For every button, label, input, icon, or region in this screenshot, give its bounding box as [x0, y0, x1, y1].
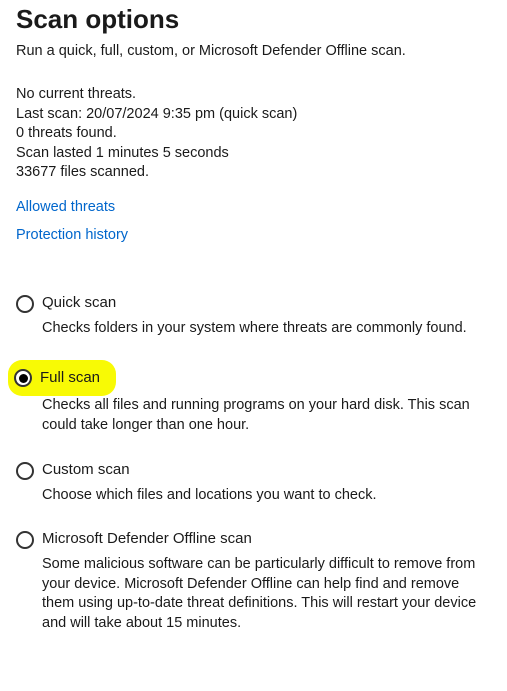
option-desc: Checks all files and running programs on… — [42, 396, 491, 435]
option-desc: Checks folders in your system where thre… — [42, 319, 491, 339]
option-desc: Some malicious software can be particula… — [42, 555, 491, 633]
highlight-annotation: Full scan — [10, 362, 114, 394]
option-label[interactable]: Quick scan — [42, 293, 116, 313]
radio-icon[interactable] — [14, 369, 32, 387]
option-label[interactable]: Full scan — [40, 368, 100, 388]
status-files-scanned: 33677 files scanned. — [16, 163, 491, 183]
status-duration: Scan lasted 1 minutes 5 seconds — [16, 144, 491, 164]
page-title: Scan options — [16, 4, 491, 35]
option-label[interactable]: Custom scan — [42, 460, 130, 480]
radio-icon[interactable] — [16, 531, 34, 549]
status-block: No current threats. Last scan: 20/07/202… — [16, 85, 491, 183]
radio-icon[interactable] — [16, 462, 34, 480]
status-threats-found: 0 threats found. — [16, 124, 491, 144]
protection-history-link[interactable]: Protection history — [16, 227, 491, 243]
option-offline-scan[interactable]: Microsoft Defender Offline scan — [16, 529, 491, 549]
status-last-scan: Last scan: 20/07/2024 9:35 pm (quick sca… — [16, 105, 491, 125]
status-no-threats: No current threats. — [16, 85, 491, 105]
option-label[interactable]: Microsoft Defender Offline scan — [42, 529, 252, 549]
option-desc: Choose which files and locations you wan… — [42, 486, 491, 506]
radio-icon[interactable] — [16, 295, 34, 313]
option-quick-scan[interactable]: Quick scan — [16, 293, 491, 313]
allowed-threats-link[interactable]: Allowed threats — [16, 199, 491, 215]
page-subtitle: Run a quick, full, custom, or Microsoft … — [16, 43, 491, 59]
option-custom-scan[interactable]: Custom scan — [16, 460, 491, 480]
